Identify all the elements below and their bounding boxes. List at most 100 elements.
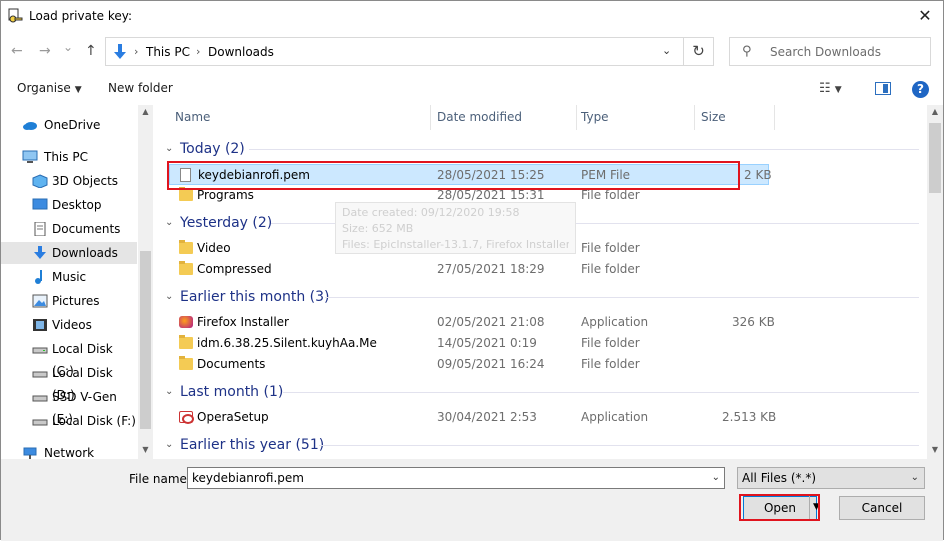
sidebar-item-local-disk-c[interactable]: Local Disk (C:) bbox=[1, 338, 137, 378]
open-button[interactable]: Open bbox=[743, 496, 817, 520]
sidebar-item-documents[interactable]: Documents bbox=[1, 218, 137, 240]
picture-icon bbox=[32, 294, 48, 308]
file-name-dropdown-icon[interactable]: ⌄ bbox=[712, 468, 720, 488]
file-type: Application bbox=[581, 410, 649, 424]
file-name: OperaSetup bbox=[197, 410, 269, 424]
folder-icon bbox=[179, 187, 193, 201]
navigation-pane: OneDrive This PC 3D Objects Desktop Docu… bbox=[1, 105, 153, 459]
back-arrow-icon[interactable]: ← bbox=[11, 43, 23, 59]
file-type-filter-select[interactable]: All Files (*.*) ⌄ bbox=[737, 467, 925, 489]
desktop-icon bbox=[32, 198, 48, 210]
file-date: 02/05/2021 21:08 bbox=[437, 315, 545, 329]
help-icon[interactable]: ? bbox=[912, 81, 929, 98]
sidebar-item-ssd-v-gen-e[interactable]: SSD V-Gen (E:) bbox=[1, 386, 137, 426]
sidebar-item-label: Music bbox=[52, 270, 87, 284]
scroll-down-icon[interactable]: ▼ bbox=[140, 445, 151, 454]
group-header-earlier-this-month[interactable]: ⌄ Earlier this month (3) bbox=[159, 286, 919, 308]
group-header-today[interactable]: ⌄ Today (2) bbox=[159, 138, 919, 160]
file-name-input[interactable]: keydebianrofi.pem ⌄ bbox=[187, 467, 725, 489]
group-divider bbox=[283, 392, 919, 393]
file-size: 2.513 KB bbox=[722, 410, 777, 424]
sidebar-item-videos[interactable]: Videos bbox=[1, 314, 137, 336]
close-icon[interactable]: ✕ bbox=[913, 5, 937, 27]
file-row[interactable]: Firefox Installer 02/05/2021 21:08 Appli… bbox=[169, 312, 775, 333]
group-label: Today (2) bbox=[180, 141, 245, 157]
preview-pane-icon[interactable] bbox=[875, 82, 891, 95]
cube-icon bbox=[32, 174, 48, 188]
column-header-size[interactable]: Size bbox=[693, 105, 775, 130]
download-arrow-icon bbox=[34, 246, 46, 259]
address-dropdown-icon[interactable]: ⌄ bbox=[662, 44, 671, 57]
file-date: 14/05/2021 0:19 bbox=[437, 336, 537, 350]
recent-locations-chevron-icon[interactable]: ⌄ bbox=[63, 39, 73, 55]
file-list-scroll-thumb[interactable] bbox=[929, 123, 941, 193]
title-bar: Load private key: ✕ bbox=[1, 1, 943, 32]
file-name-label: File name: bbox=[129, 472, 191, 486]
search-placeholder: Search Downloads bbox=[770, 45, 881, 59]
sidebar-item-label: OneDrive bbox=[44, 118, 101, 132]
file-row[interactable]: keydebianrofi.pem 28/05/2021 15:25 PEM F… bbox=[169, 164, 772, 185]
scroll-up-icon[interactable]: ▲ bbox=[929, 107, 941, 116]
sidebar-scrollbar[interactable]: ▲ ▼ bbox=[138, 105, 153, 459]
sidebar-item-label: Local Disk (F:) bbox=[52, 414, 136, 428]
sidebar-item-local-disk-f[interactable]: Local Disk (F:) bbox=[1, 410, 137, 432]
column-header-name[interactable]: Name bbox=[167, 105, 431, 130]
file-date: 27/05/2021 18:29 bbox=[437, 262, 545, 276]
sidebar-scroll-thumb[interactable] bbox=[140, 251, 151, 429]
downloads-folder-icon bbox=[114, 44, 126, 59]
breadcrumb-downloads[interactable]: Downloads bbox=[208, 45, 274, 59]
sidebar-item-pictures[interactable]: Pictures bbox=[1, 290, 137, 312]
forward-arrow-icon[interactable]: → bbox=[39, 43, 51, 59]
sidebar-item-3d-objects[interactable]: 3D Objects bbox=[1, 170, 137, 192]
open-options-dropdown-icon[interactable]: ▼ bbox=[809, 496, 823, 520]
sidebar-item-this-pc[interactable]: This PC bbox=[1, 146, 137, 168]
tooltip-size: Size: 652 MB bbox=[342, 222, 414, 235]
column-header-date-modified[interactable]: Date modified bbox=[429, 105, 577, 130]
collapse-chevron-icon: ⌄ bbox=[165, 143, 174, 154]
file-row[interactable]: OperaSetup 30/04/2021 2:53 Application 2… bbox=[169, 407, 776, 428]
tooltip-files: Files: EpicInstaller-13.1.7, Firefox Ins… bbox=[342, 238, 569, 251]
file-row[interactable]: Compressed 27/05/2021 18:29 File folder bbox=[169, 259, 769, 280]
refresh-icon[interactable]: ↻ bbox=[684, 37, 714, 66]
organise-label: Organise bbox=[17, 81, 71, 95]
search-icon: ⚲ bbox=[742, 44, 752, 59]
cancel-button[interactable]: Cancel bbox=[839, 496, 925, 520]
file-name: Programs bbox=[197, 188, 254, 202]
group-divider bbox=[249, 149, 919, 150]
group-header-earlier-this-year[interactable]: ⌄ Earlier this year (51) bbox=[159, 434, 919, 456]
sidebar-item-onedrive[interactable]: OneDrive bbox=[1, 114, 137, 136]
breadcrumb-separator-icon: › bbox=[134, 45, 139, 58]
file-row[interactable]: idm.6.38.25.Silent.kuyhAa.Me 14/05/2021 … bbox=[169, 333, 769, 354]
sidebar-item-network[interactable]: Network bbox=[1, 442, 137, 459]
file-name: idm.6.38.25.Silent.kuyhAa.Me bbox=[197, 336, 377, 350]
search-box[interactable]: ⚲ Search Downloads bbox=[729, 37, 931, 66]
group-divider bbox=[325, 297, 919, 298]
sidebar-item-music[interactable]: Music bbox=[1, 266, 137, 288]
organise-button[interactable]: Organise ▼ bbox=[17, 81, 82, 95]
collapse-chevron-icon: ⌄ bbox=[165, 217, 174, 228]
file-row[interactable]: Documents 09/05/2021 16:24 File folder bbox=[169, 354, 769, 375]
sidebar-item-desktop[interactable]: Desktop bbox=[1, 194, 137, 216]
column-header-type[interactable]: Type bbox=[573, 105, 695, 130]
command-toolbar: Organise ▼ New folder ☷ ▼ bbox=[1, 73, 943, 105]
up-arrow-icon[interactable]: ↑ bbox=[85, 43, 97, 59]
tooltip-date-created: Date created: 09/12/2020 19:58 bbox=[342, 206, 520, 219]
sidebar-item-downloads[interactable]: Downloads bbox=[1, 242, 137, 264]
breadcrumb-this-pc[interactable]: This PC bbox=[146, 45, 190, 59]
file-type: File folder bbox=[581, 262, 640, 276]
scroll-down-icon[interactable]: ▼ bbox=[929, 445, 941, 454]
network-icon bbox=[23, 447, 37, 459]
file-list-scrollbar[interactable]: ▲ ▼ bbox=[927, 105, 943, 459]
scroll-up-icon[interactable]: ▲ bbox=[140, 107, 151, 116]
sidebar-item-local-disk-d[interactable]: Local Disk (D:) bbox=[1, 362, 137, 402]
new-folder-button[interactable]: New folder bbox=[108, 81, 173, 95]
file-date: 09/05/2021 16:24 bbox=[437, 357, 545, 371]
group-label: Earlier this month (3) bbox=[180, 289, 330, 305]
folder-info-tooltip: Date created: 09/12/2020 19:58 Size: 652… bbox=[335, 202, 576, 254]
group-header-last-month[interactable]: ⌄ Last month (1) bbox=[159, 381, 919, 403]
folder-icon bbox=[179, 240, 193, 254]
file-name: keydebianrofi.pem bbox=[198, 168, 310, 182]
file-list: ⌃ Name Date modified Type Size ⌄ Today (… bbox=[159, 105, 927, 459]
change-view-icon[interactable]: ☷ ▼ bbox=[819, 81, 842, 96]
address-bar[interactable]: › This PC › Downloads ⌄ bbox=[105, 37, 684, 66]
